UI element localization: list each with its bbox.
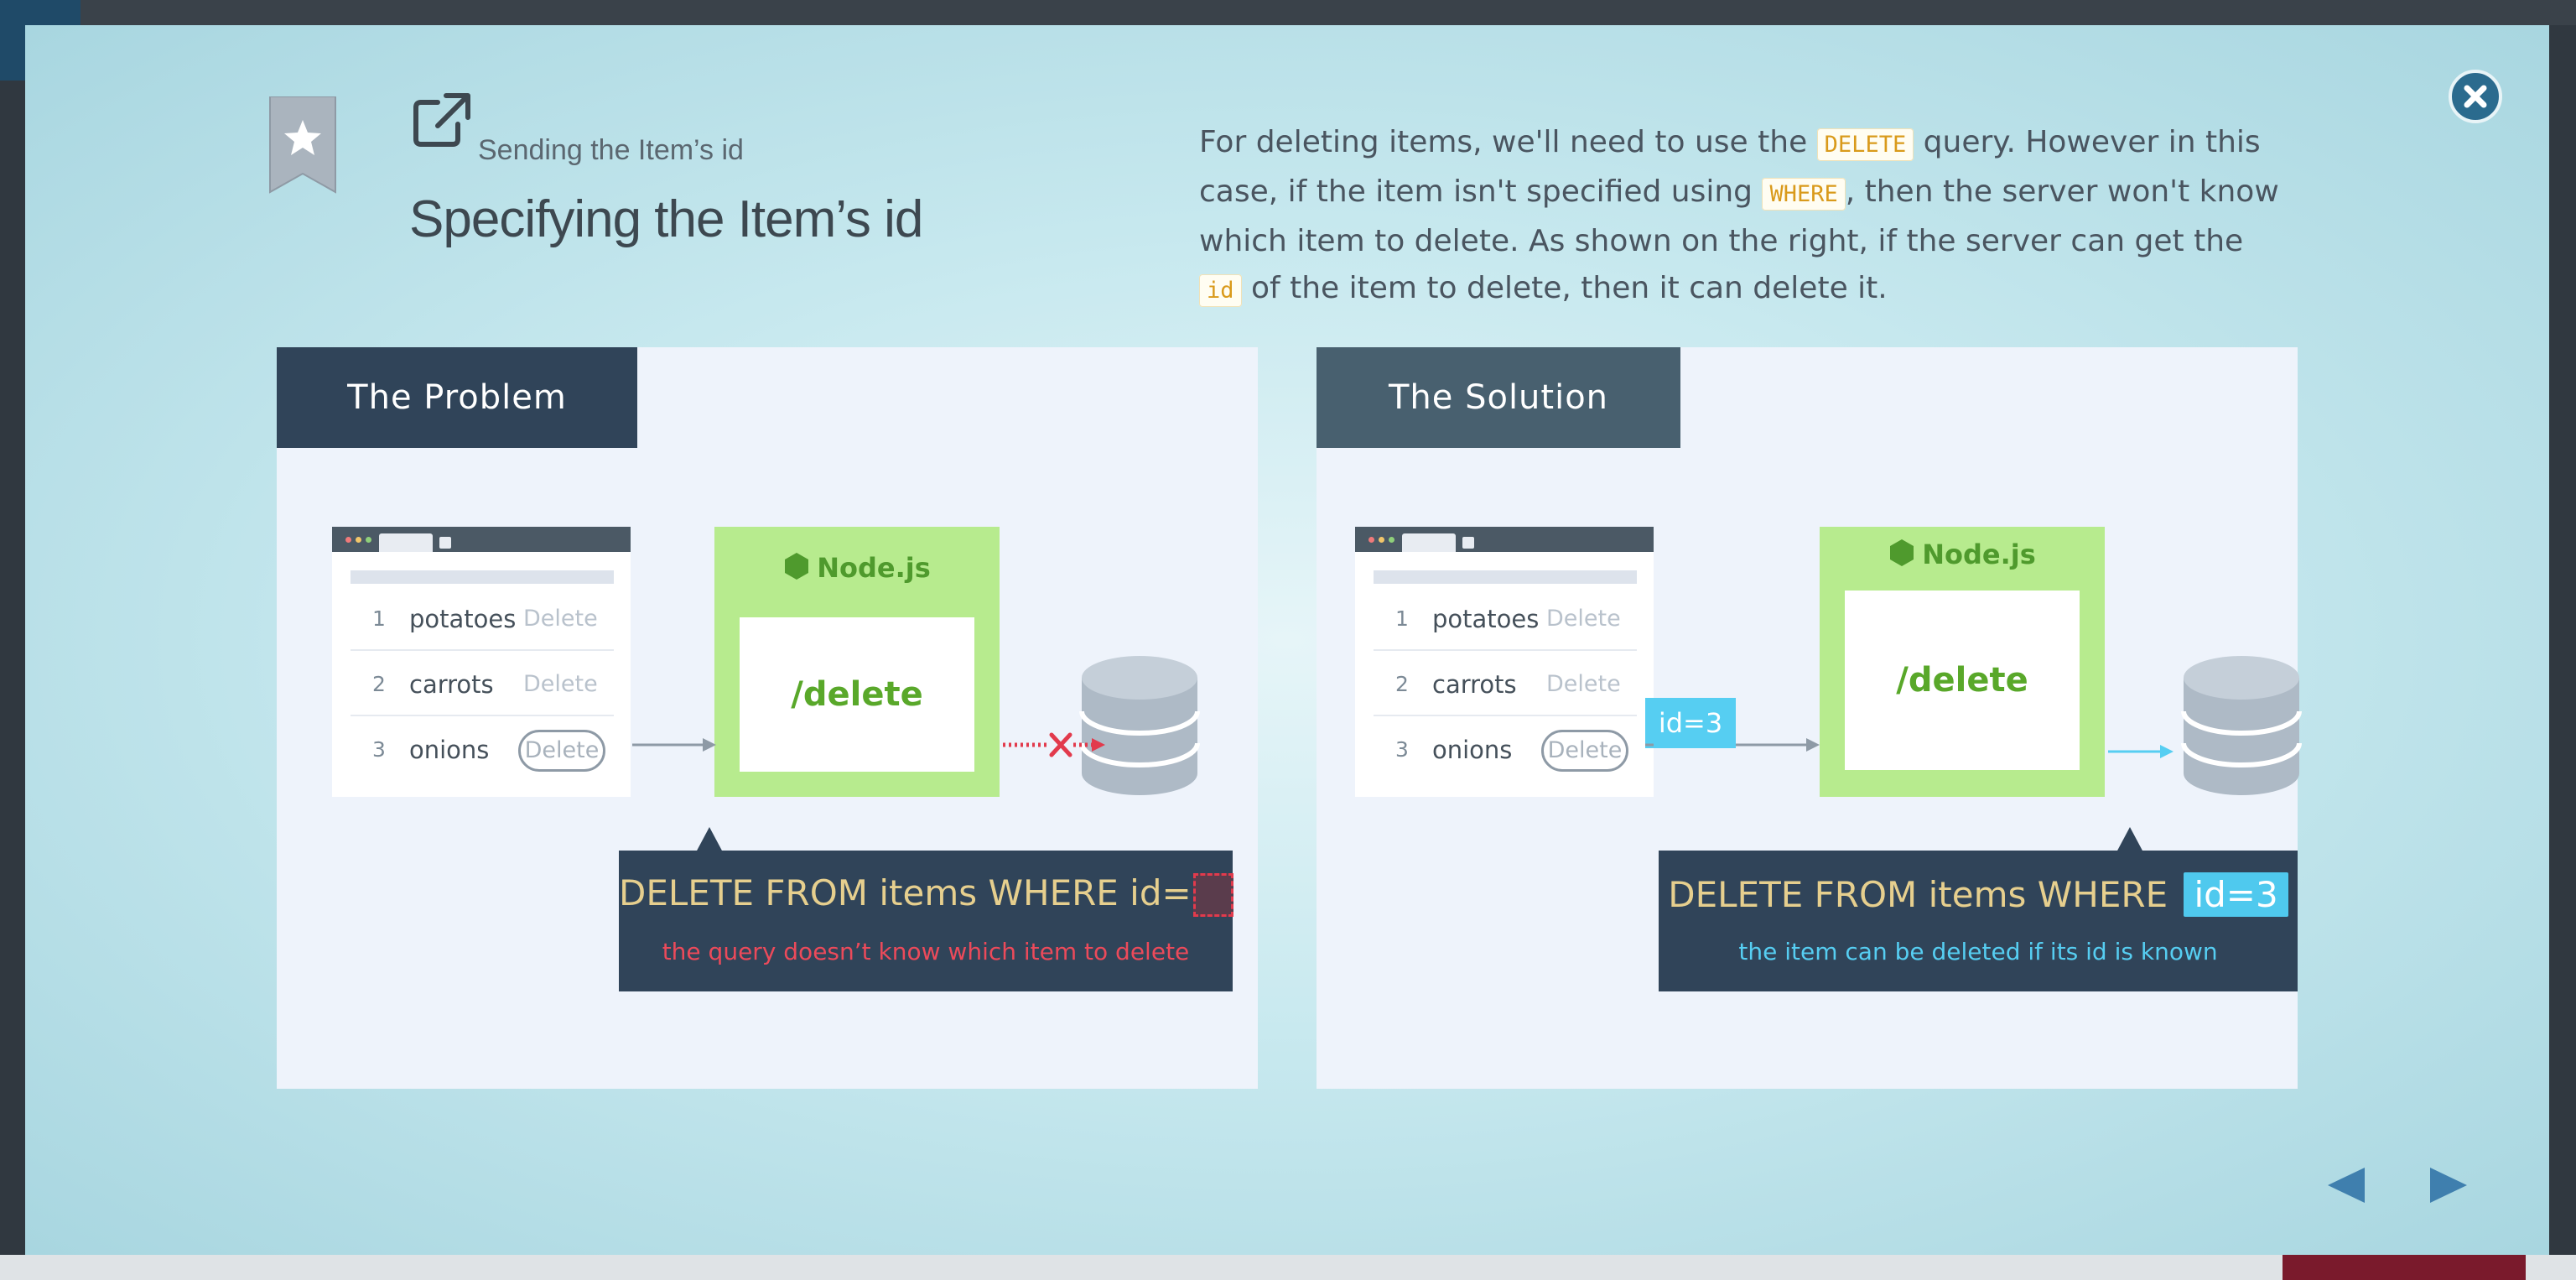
query-id-chip: id=3 [2184,872,2288,917]
slide-modal: Sending the Item’s id Specifying the Ite… [25,25,2549,1255]
slide-title: Specifying the Item’s id [409,190,923,248]
query-callout: DELETE FROM items WHERE id=3 the item ca… [1659,851,2298,991]
query-note: the query doesn’t know which item to del… [662,938,1190,965]
query-line: DELETE FROM items WHERE id= [619,872,1233,917]
query-text: DELETE FROM items WHERE id= [619,872,1192,913]
code-delete: DELETE [1816,128,1914,161]
slide-description: For deleting items, we'll need to use th… [1199,119,2289,315]
background-bottombar [0,1255,2576,1280]
description-text: For deleting items, we'll need to use th… [1199,125,1817,159]
query-text: DELETE FROM items WHERE [1668,874,2179,915]
query-callout-pointer [2116,827,2143,852]
problem-panel: The Problem 1 potatoes Delete 2 carrots … [277,347,1258,1089]
description-text: of the item to delete, then it can delet… [1241,271,1888,305]
query-callout-pointer [696,827,723,852]
delete-arrow [2108,745,2174,758]
query-line: DELETE FROM items WHERE id=3 [1659,872,2298,917]
close-icon [2464,85,2487,108]
external-link-icon[interactable] [413,92,471,148]
request-arrow [1645,738,1820,752]
background-topbar [0,0,2576,25]
close-button[interactable] [2449,70,2502,123]
query-callout: DELETE FROM items WHERE id= the query do… [619,851,1233,991]
prev-arrow-icon[interactable] [2326,1166,2366,1205]
request-arrow [632,738,716,752]
slide-subtitle: Sending the Item’s id [478,134,744,166]
bookmark-star-icon[interactable] [267,96,339,195]
query-note: the item can be deleted if its id is kno… [1738,938,2218,965]
next-arrow-icon[interactable] [2428,1166,2469,1205]
missing-id-placeholder [1192,873,1233,917]
blocked-arrow [1003,732,1105,757]
code-where: WHERE [1762,178,1846,211]
code-id: id [1199,274,1242,307]
solution-panel: The Solution 1 potatoes Delete 2 carrots… [1317,347,2302,1089]
